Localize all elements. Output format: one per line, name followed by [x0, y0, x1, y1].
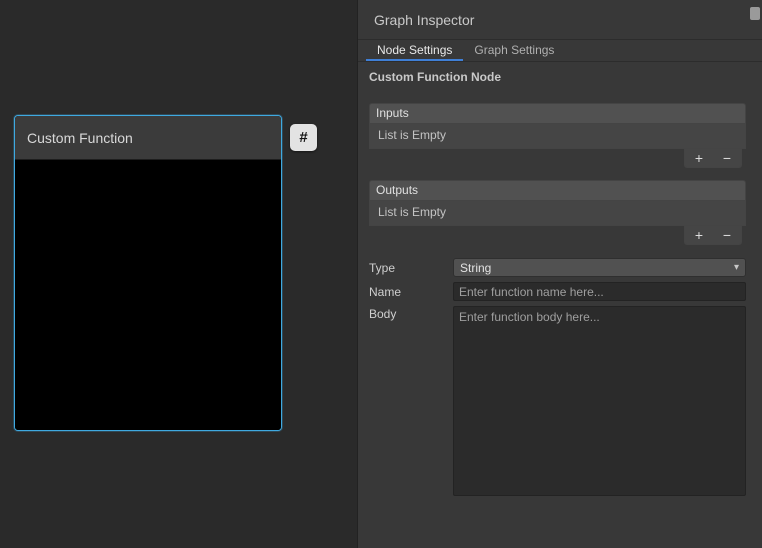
node-header[interactable]: Custom Function — [15, 116, 281, 160]
inputs-remove-button[interactable]: − — [716, 150, 738, 167]
panel-title: Graph Inspector — [358, 0, 762, 40]
type-dropdown-value: String — [460, 261, 491, 275]
function-body-input[interactable] — [453, 306, 746, 496]
inputs-list: Inputs List is Empty + − — [369, 103, 746, 168]
scrollbar-thumb[interactable] — [750, 7, 760, 20]
inputs-add-button[interactable]: + — [688, 150, 710, 167]
outputs-remove-button[interactable]: − — [716, 227, 738, 244]
chevron-down-icon: ▾ — [734, 262, 739, 273]
type-field-row: Type String ▾ — [369, 258, 746, 277]
body-label: Body — [369, 306, 453, 321]
hash-icon: # — [299, 129, 307, 146]
outputs-list-footer: + − — [684, 226, 742, 245]
tab-node-settings[interactable]: Node Settings — [366, 40, 463, 61]
outputs-add-button[interactable]: + — [688, 227, 710, 244]
node-settings-content: Custom Function Node Inputs List is Empt… — [358, 62, 762, 496]
outputs-list-header: Outputs — [369, 180, 746, 201]
inspector-tabs: Node Settings Graph Settings — [358, 40, 762, 62]
node-title: Custom Function — [27, 130, 133, 146]
shader-graph-canvas[interactable]: Custom Function # Graph Inspector Node S… — [0, 0, 762, 548]
name-label: Name — [369, 284, 453, 299]
graph-inspector-panel: Graph Inspector Node Settings Graph Sett… — [357, 0, 762, 548]
precision-badge[interactable]: # — [290, 124, 317, 151]
name-field-row: Name — [369, 282, 746, 301]
body-field-row: Body — [369, 306, 746, 496]
inputs-list-header: Inputs — [369, 103, 746, 124]
inputs-empty-row: List is Empty — [369, 124, 746, 149]
function-name-input[interactable] — [453, 282, 746, 301]
type-dropdown[interactable]: String ▾ — [453, 258, 746, 277]
type-label: Type — [369, 260, 453, 275]
custom-function-node[interactable]: Custom Function — [14, 115, 282, 431]
outputs-empty-row: List is Empty — [369, 201, 746, 226]
outputs-list: Outputs List is Empty + − — [369, 180, 746, 245]
tab-graph-settings[interactable]: Graph Settings — [463, 40, 565, 61]
inputs-list-footer: + − — [684, 149, 742, 168]
node-body — [15, 160, 281, 431]
section-title: Custom Function Node — [369, 70, 746, 84]
